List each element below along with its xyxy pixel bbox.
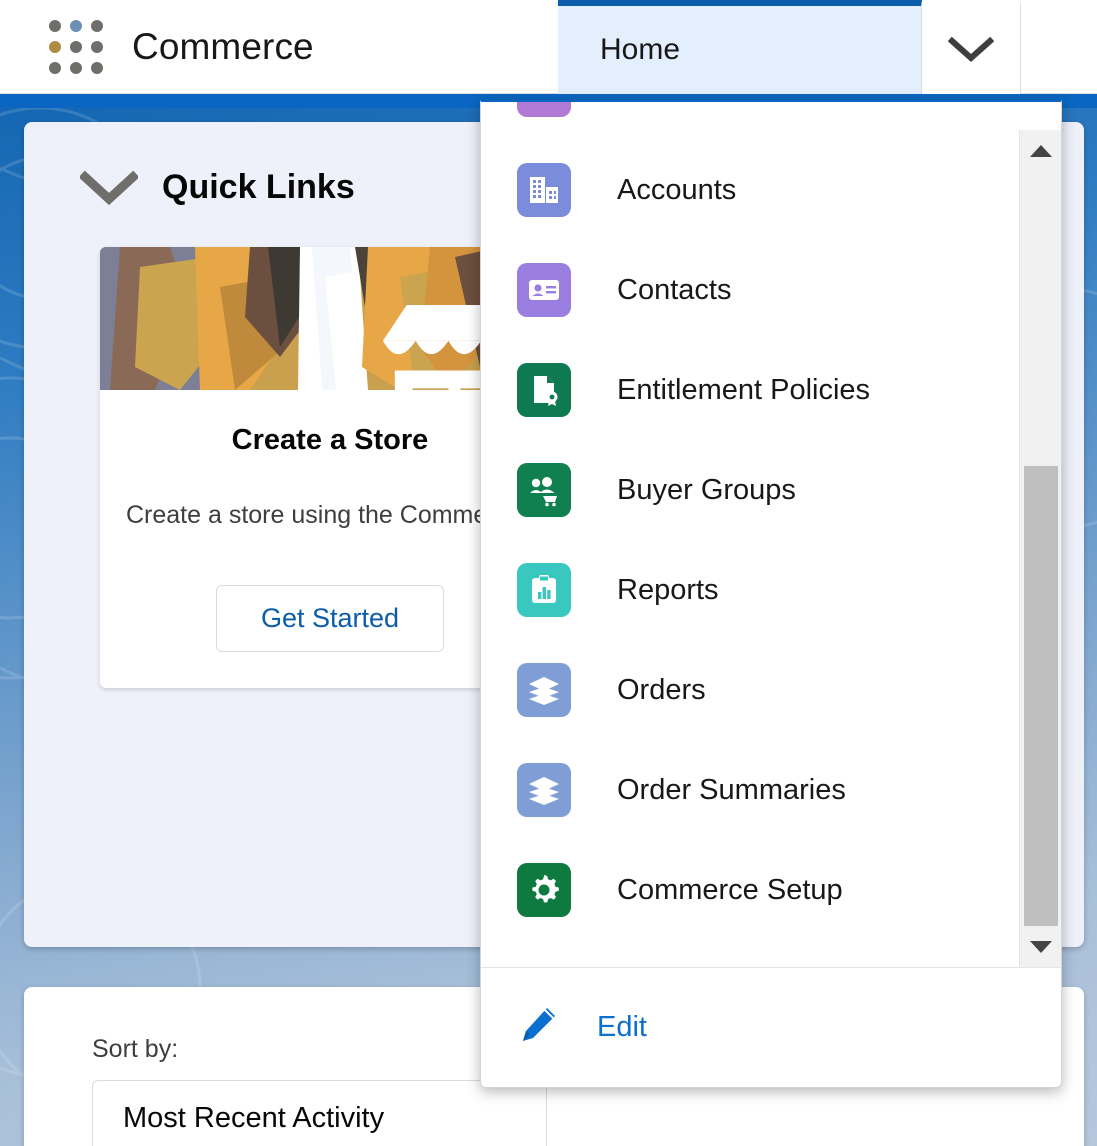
launcher-dot	[49, 40, 61, 53]
dropdown-item-label: Buyer Groups	[617, 473, 796, 506]
dropdown-item-entitlement-policies[interactable]: Entitlement Policies	[481, 340, 1021, 440]
order-summaries-layers-icon	[517, 763, 571, 817]
tab-home-label: Home	[600, 33, 681, 66]
quick-link-card-title: Create a Store	[231, 424, 429, 456]
dropdown-item-commerce-setup[interactable]: Commerce Setup	[481, 840, 1021, 940]
dropdown-item-contacts[interactable]: Contacts	[481, 240, 1021, 340]
dropdown-footer: Edit	[481, 967, 1061, 1087]
scroll-up-arrow-icon[interactable]	[1020, 130, 1061, 172]
launcher-dot	[70, 19, 82, 32]
edit-menu-button[interactable]: Edit	[517, 1004, 647, 1051]
dropdown-item-label: Reports	[617, 573, 719, 606]
launcher-dot	[91, 19, 103, 32]
quick-link-card-description: Create a store using the Commerce setup …	[126, 501, 560, 529]
orders-layers-icon	[517, 663, 571, 717]
dropdown-item-buyer-groups[interactable]: Buyer Groups	[481, 440, 1021, 540]
scroll-down-arrow-icon[interactable]	[1020, 926, 1061, 968]
chevron-down-icon[interactable]	[80, 170, 138, 205]
launcher-dot	[91, 40, 103, 53]
launcher-dot	[49, 61, 61, 74]
chevron-down-icon	[948, 36, 994, 64]
tab-dropdown-toggle[interactable]	[922, 0, 1021, 94]
pencil-icon	[517, 1004, 559, 1051]
launcher-dot	[49, 19, 61, 32]
dropdown-scroll-area: Accounts Contacts Entitlement Policies Buye…	[481, 102, 1061, 968]
launcher-dot	[91, 61, 103, 74]
dropdown-item-label: Orders	[617, 673, 706, 706]
scrollbar-thumb[interactable]	[1024, 466, 1058, 926]
dropdown-item-label: Commerce Setup	[617, 873, 843, 906]
quick-links-title: Quick Links	[162, 168, 355, 206]
gear-icon	[517, 863, 571, 917]
entitlement-document-icon	[517, 363, 571, 417]
account-building-icon	[517, 163, 571, 217]
global-header: Commerce Home	[0, 0, 1097, 94]
catalog-icon	[517, 102, 571, 117]
dropdown-item-label: Contacts	[617, 273, 732, 306]
launcher-dot	[70, 61, 82, 74]
dropdown-item-orders[interactable]: Orders	[481, 640, 1021, 740]
get-started-button[interactable]: Get Started	[215, 584, 445, 652]
app-root: Commerce Home Quick Links Create a Store…	[0, 0, 1097, 1146]
dropdown-item-accounts[interactable]: Accounts	[481, 140, 1021, 240]
edit-menu-label: Edit	[597, 1011, 647, 1043]
buyer-group-icon	[517, 463, 571, 517]
dropdown-item-label: Accounts	[617, 173, 737, 206]
dropdown-item-label: Order Summaries	[617, 773, 846, 806]
dropdown-item-partial[interactable]	[481, 102, 1021, 140]
dropdown-item-reports[interactable]: Reports	[481, 540, 1021, 640]
dropdown-item-label: Entitlement Policies	[617, 373, 871, 406]
app-launcher-waffle-icon[interactable]	[48, 19, 104, 75]
sort-by-select[interactable]: Most Recent Activity	[92, 1080, 547, 1146]
navigation-dropdown-menu: Accounts Contacts Entitlement Policies Buye…	[480, 100, 1062, 1088]
tab-home[interactable]: Home	[558, 0, 922, 94]
contact-card-icon	[517, 263, 571, 317]
tab-bar: Home	[558, 0, 1021, 94]
app-title: Commerce	[132, 25, 314, 67]
report-clipboard-icon	[517, 563, 571, 617]
dropdown-item-list: Accounts Contacts Entitlement Policies Buye…	[481, 102, 1021, 940]
quick-link-card-actions: Get Started	[126, 584, 534, 652]
dropdown-scrollbar[interactable]	[1019, 130, 1061, 968]
launcher-dot	[70, 40, 82, 53]
dropdown-item-order-summaries[interactable]: Order Summaries	[481, 740, 1021, 840]
